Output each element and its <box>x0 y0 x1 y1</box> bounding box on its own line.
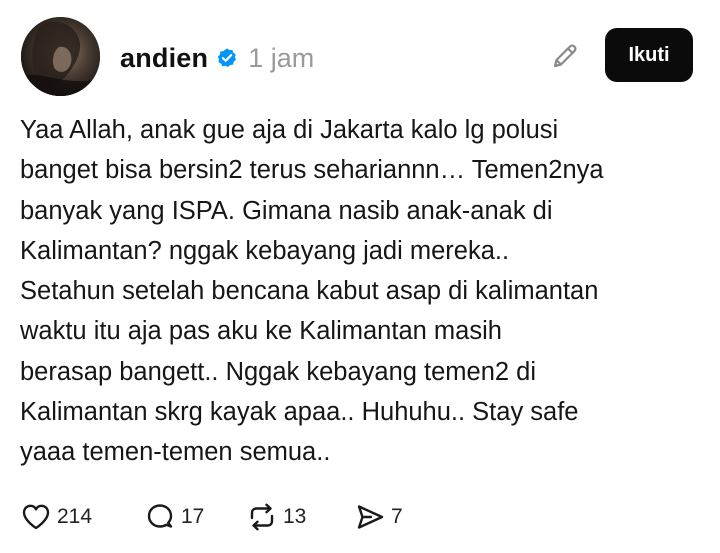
reply-button[interactable]: 17 <box>144 501 246 533</box>
pencil-icon[interactable] <box>549 40 581 72</box>
post-text-line: banget bisa bersin2 terus sehariannn… Te… <box>20 156 604 185</box>
send-icon <box>354 501 386 533</box>
repost-button[interactable]: 13 <box>246 501 354 533</box>
avatar-photo <box>21 17 100 96</box>
post-body: Yaa Allah, anak gue aja di Jakarta kalo … <box>20 110 710 473</box>
like-button[interactable]: 214 <box>20 501 144 533</box>
timestamp: 1 jam <box>248 42 315 73</box>
share-count: 7 <box>391 505 403 528</box>
post-text-line: yaaa temen-temen semua.. <box>20 438 331 467</box>
verified-badge-icon <box>216 47 238 69</box>
post-text-line: banyak yang ISPA. Gimana nasib anak-anak… <box>20 196 553 225</box>
avatar[interactable] <box>21 17 100 96</box>
repost-icon <box>246 501 278 533</box>
post-text-line: Kalimantan? nggak kebayang jadi mereka.. <box>20 236 510 265</box>
action-bar: 214 17 13 7 <box>20 499 403 535</box>
reply-count: 17 <box>181 505 205 528</box>
post-text-line: Kalimantan skrg kayak apaa.. Huhuhu.. St… <box>20 398 579 427</box>
heart-icon <box>20 501 52 533</box>
share-button[interactable]: 7 <box>354 501 403 533</box>
post-text-line: Setahun setelah bencana kabut asap di ka… <box>20 277 599 306</box>
like-count: 214 <box>57 505 93 528</box>
post-text-line: berasap bangett.. Nggak kebayang temen2 … <box>20 357 537 386</box>
post-header: andien 1 jam <box>120 38 314 78</box>
repost-count: 13 <box>283 505 307 528</box>
post-text-line: Yaa Allah, anak gue aja di Jakarta kalo … <box>20 116 559 144</box>
post-text-line: waktu itu aja pas aku ke Kalimantan masi… <box>20 317 502 346</box>
username[interactable]: andien <box>120 43 208 74</box>
speech-bubble-icon <box>144 501 176 533</box>
follow-button[interactable]: Ikuti <box>605 28 693 82</box>
